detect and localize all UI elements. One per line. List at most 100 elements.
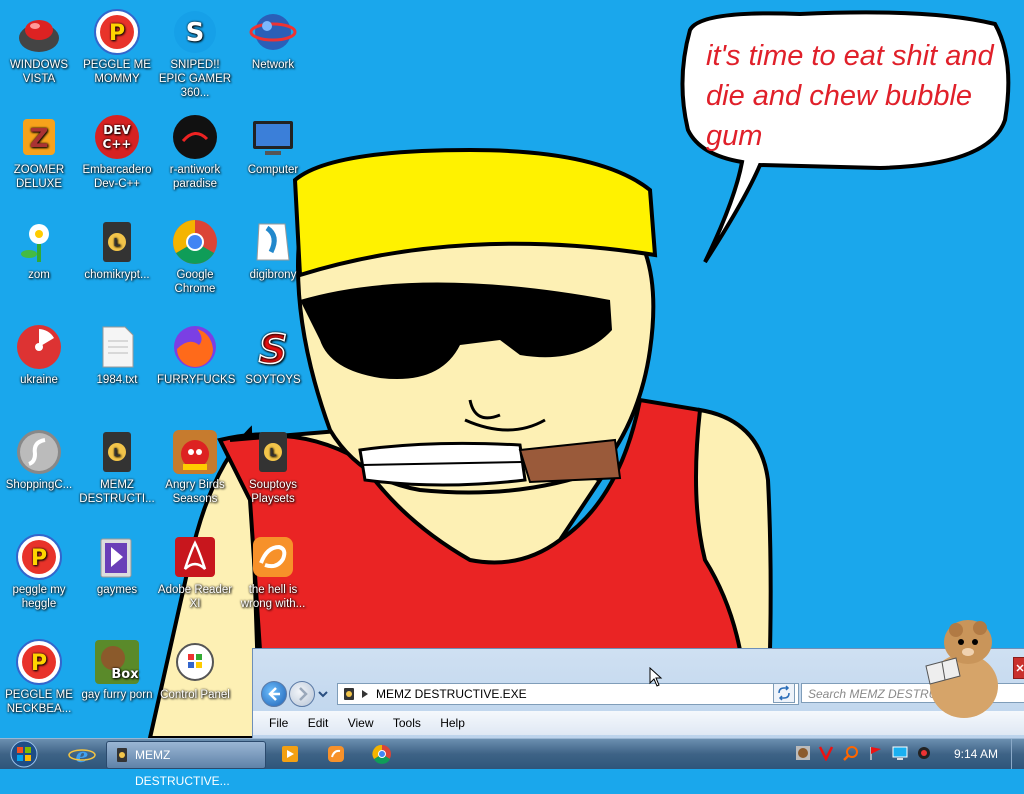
adobe-reader-icon (175, 537, 215, 577)
uc-browser-icon (328, 746, 344, 762)
firefox-icon (174, 326, 216, 368)
angry-birds-icon (173, 430, 217, 474)
menu-tools[interactable]: Tools (393, 711, 421, 735)
svg-text:S: S (259, 327, 288, 371)
taskbar-chrome-button[interactable] (368, 741, 396, 767)
desktop-icon-label: ZOOMER DELUXE (13, 164, 65, 190)
recent-pages-chevron-icon[interactable] (317, 689, 329, 699)
desktop-icon-the-hell-is-wrong[interactable]: the hell is wrong with... (235, 533, 311, 611)
desktop-icon-label: Souptoys Playsets (249, 479, 297, 505)
svg-text:P: P (31, 546, 47, 571)
peggle-icon: P (16, 639, 62, 685)
desktop: it's time to eat shit and die and chew b… (0, 0, 1024, 738)
menu-view[interactable]: View (348, 711, 374, 735)
internet-explorer-icon: e (68, 743, 96, 767)
address-path: MEMZ DESTRUCTIVE.EXE (376, 687, 527, 701)
desktop-icon-adobe-reader[interactable]: Adobe Reader XI (157, 533, 233, 611)
back-arrow-icon (268, 687, 280, 701)
desktop-icon-zoomer-deluxe[interactable]: Z ZOOMER DELUXE (1, 113, 77, 191)
desktop-icon-label: peggle my heggle (12, 584, 66, 610)
desktop-icon-label: Google Chrome (174, 269, 216, 295)
desktop-icon-label: Computer (247, 164, 299, 176)
taskbar-ie-button[interactable]: e (66, 741, 98, 767)
svg-text:L: L (113, 446, 120, 459)
vista-bomb-icon (19, 20, 59, 52)
desktop-icon-1984-txt[interactable]: 1984.txt (79, 323, 155, 387)
desktop-icon-label: ShoppingC... (5, 479, 73, 491)
svg-text:DEV: DEV (103, 123, 131, 137)
desktop-icon-peggle-me-neckbeard[interactable]: P PEGGLE ME NECKBEA... (1, 638, 77, 716)
desktop-icon-gaymes[interactable]: gaymes (79, 533, 155, 597)
desktop-icon-label: ukraine (20, 374, 58, 386)
soytoys-s-icon: S (258, 326, 288, 371)
tray-speaker-icon[interactable] (916, 745, 932, 761)
exe-file-icon (344, 688, 354, 700)
games-folder-icon (100, 538, 132, 578)
desktop-icon-label: 1984.txt (96, 374, 138, 386)
desktop-icon-peggle-my-heggle[interactable]: P peggle my heggle (1, 533, 77, 611)
taskbar-clock[interactable]: 9:14 AM (954, 739, 998, 769)
bonzi-box-icon: Box (95, 640, 139, 684)
desktop-icon-peggle-me-mommy[interactable]: P PEGGLE ME MOMMY (79, 8, 155, 86)
address-bar[interactable]: MEMZ DESTRUCTIVE.EXE (337, 683, 799, 705)
desktop-icon-google-chrome[interactable]: Google Chrome (157, 218, 233, 296)
show-desktop-button[interactable] (1011, 739, 1024, 769)
svg-text:L: L (269, 446, 276, 459)
desktop-icon-r-antiwork[interactable]: r-antiwork paradise (157, 113, 233, 191)
desktop-icon-computer[interactable]: Computer (235, 113, 311, 177)
desktop-icon-memz-destructive[interactable]: L MEMZ DESTRUCTI... (79, 428, 155, 506)
network-globe-icon (249, 14, 297, 50)
desktop-icon-control-panel[interactable]: Control Panel (157, 638, 233, 702)
desktop-icon-devcpp[interactable]: DEV C++ Embarcadero Dev-C++ (79, 113, 155, 191)
desktop-icon-ukraine[interactable]: ukraine (1, 323, 77, 387)
desktop-icon-label: zom (28, 269, 50, 281)
desktop-icon-gay-furry-porn[interactable]: Box gay furry porn (79, 638, 155, 702)
svg-text:P: P (31, 651, 47, 676)
desktop-icon-label: Control Panel (160, 689, 230, 701)
desktop-icon-label: Adobe Reader XI (157, 584, 233, 610)
tray-v-icon[interactable] (818, 745, 834, 761)
start-button[interactable] (6, 740, 42, 768)
desktop-icon-shoppingc[interactable]: ShoppingC... (1, 428, 77, 492)
desktop-icon-furryfucks[interactable]: FURRYFUCKS (157, 323, 236, 387)
skype-icon: S (174, 11, 216, 53)
desktop-icon-souptoys[interactable]: L Souptoys Playsets (235, 428, 311, 506)
menu-help[interactable]: Help (440, 711, 465, 735)
menu-file[interactable]: File (269, 711, 288, 735)
desktop-icon-label: FURRYFUCKS (157, 374, 236, 386)
chrome-icon (173, 220, 217, 264)
refresh-button[interactable] (773, 683, 795, 703)
forward-button[interactable] (289, 681, 315, 707)
window-close-button[interactable] (1013, 657, 1024, 679)
svg-text:C++: C++ (103, 137, 132, 151)
taskbar-media-player-button[interactable] (276, 741, 304, 767)
tray-monitor-icon[interactable] (892, 745, 908, 761)
desktop-icon-label: digibrony (249, 269, 297, 281)
tray-flag-icon[interactable] (868, 745, 884, 761)
desktop-icon-network[interactable]: Network (235, 8, 311, 72)
desktop-icon-windows-vista[interactable]: WINDOWS VISTA (1, 8, 77, 86)
desktop-icon-sniped[interactable]: S SNIPED!! EPIC GAMER 360... (157, 8, 233, 100)
svg-text:L: L (113, 236, 120, 249)
desktop-icon-chomikrypt[interactable]: L chomikrypt... (79, 218, 155, 282)
desktop-icon-angry-birds-seasons[interactable]: Angry Birds Seasons (157, 428, 233, 506)
breadcrumb-arrow-icon (362, 690, 368, 698)
taskbar: e MEMZ DESTRUCTIVE... 9:14 AM (0, 738, 1024, 788)
refresh-arrows-icon (778, 685, 790, 701)
desktop-icon-soytoys[interactable]: S SOYTOYS (235, 323, 311, 387)
desktop-icon-digibrony[interactable]: digibrony (235, 218, 311, 282)
exe-file-icon (117, 748, 127, 762)
svg-text:P: P (109, 21, 125, 46)
desktop-icon-label: PEGGLE ME NECKBEA... (5, 689, 73, 715)
zoomer-icon: Z (23, 119, 55, 155)
desktop-icon-label: SNIPED!! EPIC GAMER 360... (158, 59, 232, 99)
taskbar-uc-browser-button[interactable] (322, 741, 350, 767)
back-button[interactable] (261, 681, 287, 707)
tray-search-icon[interactable] (843, 745, 859, 761)
desktop-icon-zom[interactable]: zom (1, 218, 77, 282)
digibrony-icon (256, 223, 290, 261)
tray-hamster-icon[interactable] (795, 745, 811, 761)
taskbar-memz-window-button[interactable]: MEMZ DESTRUCTIVE... (106, 741, 266, 788)
menu-edit[interactable]: Edit (308, 711, 329, 735)
svg-text:Box: Box (111, 667, 139, 682)
